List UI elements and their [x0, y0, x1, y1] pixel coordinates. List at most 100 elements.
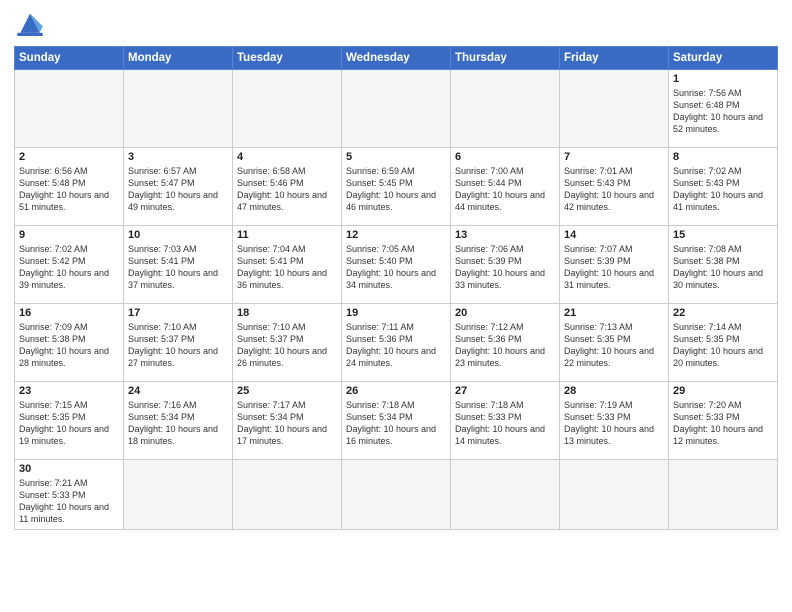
day-number: 26: [346, 385, 446, 397]
calendar-cell: [560, 460, 669, 530]
day-info: Sunrise: 7:17 AM Sunset: 5:34 PM Dayligh…: [237, 399, 337, 448]
calendar-cell: 12 Sunrise: 7:05 AM Sunset: 5:40 PM Dayli…: [342, 226, 451, 304]
day-number: 5: [346, 151, 446, 163]
day-info: Sunrise: 7:06 AM Sunset: 5:39 PM Dayligh…: [455, 243, 555, 292]
day-info: Sunrise: 7:07 AM Sunset: 5:39 PM Dayligh…: [564, 243, 664, 292]
calendar-cell: [124, 70, 233, 148]
calendar-week-row: 16 Sunrise: 7:09 AM Sunset: 5:38 PM Dayli…: [15, 304, 778, 382]
day-info: Sunrise: 7:19 AM Sunset: 5:33 PM Dayligh…: [564, 399, 664, 448]
calendar-cell: 18Sunrise: 7:10 AM Sunset: 5:37 PM Dayli…: [233, 304, 342, 382]
day-info: Sunrise: 6:57 AM Sunset: 5:47 PM Dayligh…: [128, 165, 228, 214]
calendar-cell: 8Sunrise: 7:02 AM Sunset: 5:43 PM Daylig…: [669, 148, 778, 226]
calendar-week-row: 1 Sunrise: 7:56 AM Sunset: 6:48 PM Daylig…: [15, 70, 778, 148]
calendar-week-row: 30 Sunrise: 7:21 AM Sunset: 5:33 PM Dayli…: [15, 460, 778, 530]
day-number: 22: [673, 307, 773, 319]
day-info: Sunrise: 7:04 AM Sunset: 5:41 PM Dayligh…: [237, 243, 337, 292]
calendar: SundayMondayTuesdayWednesdayThursdayFrid…: [14, 46, 778, 530]
day-info: Sunrise: 7:02 AM Sunset: 5:42 PM Dayligh…: [19, 243, 119, 292]
calendar-cell: 1 Sunrise: 7:56 AM Sunset: 6:48 PM Daylig…: [669, 70, 778, 148]
day-number: 16: [19, 307, 119, 319]
day-info: Sunrise: 6:56 AM Sunset: 5:48 PM Dayligh…: [19, 165, 119, 214]
weekday-header: Tuesday: [233, 47, 342, 70]
day-info: Sunrise: 7:10 AM Sunset: 5:37 PM Dayligh…: [128, 321, 228, 370]
day-number: 11: [237, 229, 337, 241]
calendar-cell: 25 Sunrise: 7:17 AM Sunset: 5:34 PM Dayli…: [233, 382, 342, 460]
day-info: Sunrise: 7:14 AM Sunset: 5:35 PM Dayligh…: [673, 321, 773, 370]
day-info: Sunrise: 6:59 AM Sunset: 5:45 PM Dayligh…: [346, 165, 446, 214]
day-info: Sunrise: 7:02 AM Sunset: 5:43 PM Dayligh…: [673, 165, 773, 214]
calendar-cell: 23 Sunrise: 7:15 AM Sunset: 5:35 PM Dayli…: [15, 382, 124, 460]
day-number: 13: [455, 229, 555, 241]
day-info: Sunrise: 7:18 AM Sunset: 5:34 PM Dayligh…: [346, 399, 446, 448]
calendar-cell: 16 Sunrise: 7:09 AM Sunset: 5:38 PM Dayli…: [15, 304, 124, 382]
day-number: 18: [237, 307, 337, 319]
day-info: Sunrise: 7:12 AM Sunset: 5:36 PM Dayligh…: [455, 321, 555, 370]
day-number: 15: [673, 229, 773, 241]
calendar-cell: [451, 460, 560, 530]
day-number: 14: [564, 229, 664, 241]
calendar-cell: 14 Sunrise: 7:07 AM Sunset: 5:39 PM Dayli…: [560, 226, 669, 304]
day-info: Sunrise: 7:11 AM Sunset: 5:36 PM Dayligh…: [346, 321, 446, 370]
day-number: 12: [346, 229, 446, 241]
day-info: Sunrise: 7:20 AM Sunset: 5:33 PM Dayligh…: [673, 399, 773, 448]
day-number: 20: [455, 307, 555, 319]
calendar-cell: [451, 70, 560, 148]
calendar-cell: 28Sunrise: 7:19 AM Sunset: 5:33 PM Dayli…: [560, 382, 669, 460]
calendar-cell: 3Sunrise: 6:57 AM Sunset: 5:47 PM Daylig…: [124, 148, 233, 226]
day-info: Sunrise: 7:13 AM Sunset: 5:35 PM Dayligh…: [564, 321, 664, 370]
day-number: 21: [564, 307, 664, 319]
calendar-cell: [669, 460, 778, 530]
day-number: 1: [673, 73, 773, 85]
calendar-cell: 10 Sunrise: 7:03 AM Sunset: 5:41 PM Dayli…: [124, 226, 233, 304]
day-info: Sunrise: 7:01 AM Sunset: 5:43 PM Dayligh…: [564, 165, 664, 214]
calendar-cell: [342, 460, 451, 530]
day-info: Sunrise: 7:15 AM Sunset: 5:35 PM Dayligh…: [19, 399, 119, 448]
day-number: 4: [237, 151, 337, 163]
calendar-cell: 6 Sunrise: 7:00 AM Sunset: 5:44 PM Daylig…: [451, 148, 560, 226]
calendar-cell: [560, 70, 669, 148]
day-info: Sunrise: 7:09 AM Sunset: 5:38 PM Dayligh…: [19, 321, 119, 370]
day-info: Sunrise: 7:18 AM Sunset: 5:33 PM Dayligh…: [455, 399, 555, 448]
day-number: 10: [128, 229, 228, 241]
calendar-cell: 24Sunrise: 7:16 AM Sunset: 5:34 PM Dayli…: [124, 382, 233, 460]
calendar-body: 1 Sunrise: 7:56 AM Sunset: 6:48 PM Daylig…: [15, 70, 778, 530]
day-info: Sunrise: 7:56 AM Sunset: 6:48 PM Dayligh…: [673, 87, 773, 136]
calendar-week-row: 2 Sunrise: 6:56 AM Sunset: 5:48 PM Daylig…: [15, 148, 778, 226]
day-number: 6: [455, 151, 555, 163]
calendar-cell: 15 Sunrise: 7:08 AM Sunset: 5:38 PM Dayli…: [669, 226, 778, 304]
calendar-cell: 17 Sunrise: 7:10 AM Sunset: 5:37 PM Dayli…: [124, 304, 233, 382]
logo-icon: [14, 10, 46, 38]
day-info: Sunrise: 7:00 AM Sunset: 5:44 PM Dayligh…: [455, 165, 555, 214]
calendar-cell: 19Sunrise: 7:11 AM Sunset: 5:36 PM Dayli…: [342, 304, 451, 382]
day-info: Sunrise: 7:03 AM Sunset: 5:41 PM Dayligh…: [128, 243, 228, 292]
day-info: Sunrise: 7:16 AM Sunset: 5:34 PM Dayligh…: [128, 399, 228, 448]
calendar-cell: [342, 70, 451, 148]
logo: [14, 10, 50, 38]
day-info: Sunrise: 7:05 AM Sunset: 5:40 PM Dayligh…: [346, 243, 446, 292]
calendar-cell: 13 Sunrise: 7:06 AM Sunset: 5:39 PM Dayli…: [451, 226, 560, 304]
day-number: 23: [19, 385, 119, 397]
day-number: 30: [19, 463, 119, 475]
day-number: 29: [673, 385, 773, 397]
calendar-cell: 4Sunrise: 6:58 AM Sunset: 5:46 PM Daylig…: [233, 148, 342, 226]
weekday-header: Saturday: [669, 47, 778, 70]
day-number: 9: [19, 229, 119, 241]
day-info: Sunrise: 7:21 AM Sunset: 5:33 PM Dayligh…: [19, 477, 119, 526]
calendar-header: SundayMondayTuesdayWednesdayThursdayFrid…: [15, 47, 778, 70]
calendar-cell: 27Sunrise: 7:18 AM Sunset: 5:33 PM Dayli…: [451, 382, 560, 460]
weekday-header: Friday: [560, 47, 669, 70]
calendar-cell: 22 Sunrise: 7:14 AM Sunset: 5:35 PM Dayli…: [669, 304, 778, 382]
calendar-cell: 7Sunrise: 7:01 AM Sunset: 5:43 PM Daylig…: [560, 148, 669, 226]
weekday-header: Sunday: [15, 47, 124, 70]
calendar-week-row: 23 Sunrise: 7:15 AM Sunset: 5:35 PM Dayli…: [15, 382, 778, 460]
calendar-cell: 21 Sunrise: 7:13 AM Sunset: 5:35 PM Dayli…: [560, 304, 669, 382]
day-info: Sunrise: 7:08 AM Sunset: 5:38 PM Dayligh…: [673, 243, 773, 292]
calendar-cell: [15, 70, 124, 148]
day-number: 17: [128, 307, 228, 319]
calendar-cell: 20 Sunrise: 7:12 AM Sunset: 5:36 PM Dayli…: [451, 304, 560, 382]
day-number: 25: [237, 385, 337, 397]
calendar-cell: 30 Sunrise: 7:21 AM Sunset: 5:33 PM Dayli…: [15, 460, 124, 530]
calendar-cell: [233, 460, 342, 530]
day-number: 2: [19, 151, 119, 163]
weekday-header: Thursday: [451, 47, 560, 70]
